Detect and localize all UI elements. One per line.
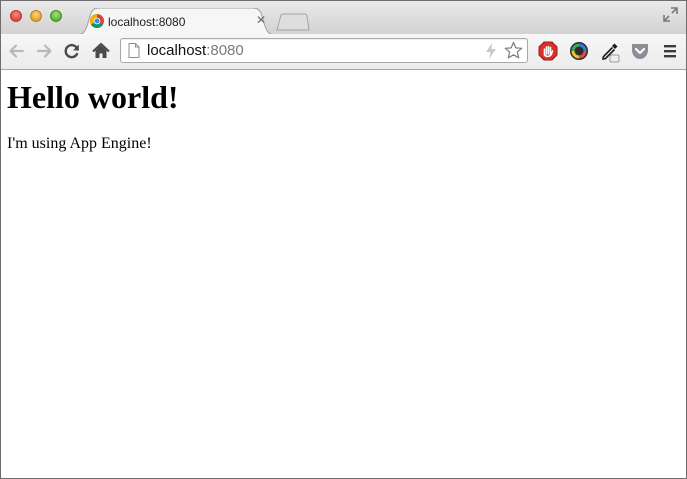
page-paragraph: I'm using App Engine! [7,135,152,152]
window-minimize-button[interactable] [30,10,42,22]
hamburger-menu-icon[interactable] [661,41,681,61]
new-tab-button[interactable] [276,13,310,31]
back-arrow-icon[interactable] [7,41,27,61]
address-host: localhost [147,42,207,59]
browser-window: localhost:8080 ✕ localhost:8080 Hello wo… [0,0,687,479]
window-close-button[interactable] [10,10,22,22]
eyedropper-icon[interactable] [600,41,620,63]
address-bar[interactable]: localhost:8080 [120,38,528,63]
tab-active[interactable]: localhost:8080 ✕ [75,8,277,35]
fullscreen-icon[interactable] [663,7,678,22]
address-url: localhost:8080 [147,43,244,59]
adblock-icon[interactable] [538,41,558,61]
page-heading: Hello world! [7,79,179,115]
reload-icon[interactable] [62,41,82,61]
toolbar: localhost:8080 [1,34,686,70]
home-icon[interactable] [91,41,111,61]
bookmark-star-icon[interactable] [504,41,523,65]
color-wheel-icon[interactable] [569,41,589,61]
window-zoom-button[interactable] [50,10,62,22]
address-port: :8080 [206,42,244,59]
close-icon[interactable]: ✕ [255,13,267,27]
forward-arrow-icon[interactable] [34,41,54,61]
page-content: Hello world! I'm using App Engine! [1,70,686,478]
tab-strip: localhost:8080 ✕ [1,1,686,35]
page-icon [128,43,140,63]
lightning-bolt-icon[interactable] [485,43,497,64]
tab-title: localhost:8080 [108,15,186,29]
pocket-icon[interactable] [630,41,650,61]
chrome-logo-icon [90,14,104,28]
